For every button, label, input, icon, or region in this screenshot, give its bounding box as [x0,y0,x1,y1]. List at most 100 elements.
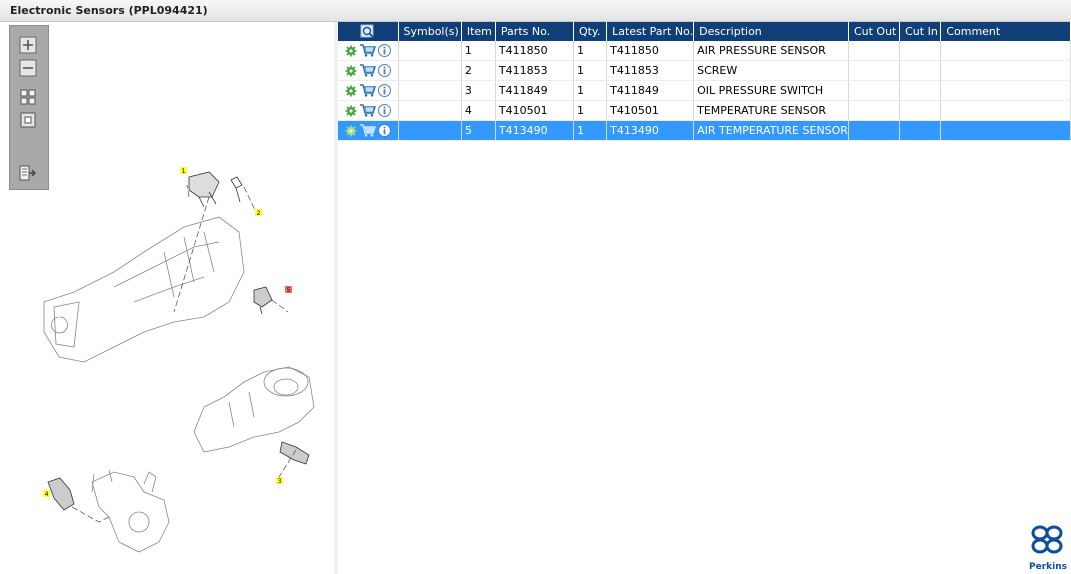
row-comment [940,60,1071,81]
row-symbols [398,120,462,141]
cart-icon[interactable] [359,124,376,137]
row-cut-out [848,41,901,61]
row-item: 2 [461,60,496,81]
row-item: 5 [461,120,496,141]
cart-icon[interactable] [359,84,376,97]
row-parts-no: T410501 [495,100,574,121]
row-symbols [398,60,462,81]
cart-icon[interactable] [359,104,376,117]
zoom-in-icon[interactable] [19,36,37,54]
row-symbols [398,100,462,121]
row-latest-part-no: T413490 [606,120,695,141]
callout-3[interactable]: 3 [278,478,282,485]
table-row[interactable]: 2 T411853 1 T411853 SCREW [338,60,1071,81]
row-parts-no: T411849 [495,80,574,101]
header-tools[interactable] [338,22,399,41]
zoom-out-icon[interactable] [19,59,37,77]
header-cut-in[interactable]: Cut In [899,22,942,41]
row-cut-out [848,80,901,101]
export-icon[interactable] [19,164,37,182]
gear-icon[interactable] [345,65,357,77]
fit-all-icon[interactable] [19,88,37,106]
row-latest-part-no: T411850 [606,41,695,61]
row-description: SCREW [693,60,849,81]
cart-icon[interactable] [359,44,376,57]
gear-icon[interactable] [345,85,357,97]
table-row[interactable]: 1 T411850 1 T411850 AIR PRESSURE SENSOR [338,41,1071,61]
row-symbols [398,80,462,101]
gear-icon[interactable] [345,105,357,117]
row-cut-in [899,120,942,141]
header-comment[interactable]: Comment [940,22,1071,41]
row-symbols [398,41,462,61]
row-description: TEMPERATURE SENSOR [693,100,849,121]
info-icon[interactable] [378,64,391,77]
row-qty: 1 [573,100,608,121]
window-titlebar: Electronic Sensors (PPL094421) [0,0,1071,22]
callout-5[interactable]: 5 [287,287,291,294]
row-qty: 1 [573,80,608,101]
view-toolbar [9,25,49,190]
row-actions [338,80,399,101]
row-actions [338,41,399,61]
row-latest-part-no: T411849 [606,80,695,101]
row-actions [338,120,399,141]
table-row[interactable]: 4 T410501 1 T410501 TEMPERATURE SENSOR [338,100,1071,121]
header-parts-no[interactable]: Parts No. [495,22,574,41]
row-qty: 1 [573,60,608,81]
table-row[interactable]: 3 T411849 1 T411849 OIL PRESSURE SWITCH [338,80,1071,101]
info-icon[interactable] [378,124,391,137]
row-actions [338,60,399,81]
row-cut-in [899,41,942,61]
row-qty: 1 [573,41,608,61]
row-cut-out [848,120,901,141]
row-item: 3 [461,80,496,101]
callout-1[interactable]: 1 [182,168,186,175]
info-icon[interactable] [378,84,391,97]
row-latest-part-no: T411853 [606,60,695,81]
brand-name: Perkins [1029,562,1067,572]
header-latest-part-no[interactable]: Latest Part No. [606,22,695,41]
info-icon[interactable] [378,44,391,57]
header-item[interactable]: Item [461,22,496,41]
row-comment [940,120,1071,141]
callout-4[interactable]: 4 [45,491,49,498]
header-description[interactable]: Description [693,22,849,41]
row-description: AIR PRESSURE SENSOR [693,41,849,61]
row-cut-in [899,100,942,121]
exploded-parts-drawing: 1 2 3 4 5 [43,167,315,553]
gear-icon[interactable] [345,125,357,137]
search-icon[interactable] [360,24,376,40]
row-parts-no: T411850 [495,41,574,61]
row-qty: 1 [573,120,608,141]
header-qty[interactable]: Qty. [573,22,608,41]
table-header-row: Symbol(s) Item Parts No. Qty. Latest Par… [338,22,1071,41]
parts-table: Symbol(s) Item Parts No. Qty. Latest Par… [338,22,1071,141]
header-symbols[interactable]: Symbol(s) [398,22,462,41]
row-cut-in [899,80,942,101]
header-cut-out[interactable]: Cut Out [848,22,901,41]
row-latest-part-no: T410501 [606,100,695,121]
row-comment [940,100,1071,121]
row-parts-no: T413490 [495,120,574,141]
row-cut-out [848,60,901,81]
row-cut-out [848,100,901,121]
window-title: Electronic Sensors (PPL094421) [10,4,208,17]
row-comment [940,80,1071,101]
row-description: AIR TEMPERATURE SENSOR [693,120,849,141]
row-comment [940,41,1071,61]
gear-icon[interactable] [345,45,357,57]
callout-2[interactable]: 2 [257,210,261,217]
cart-icon[interactable] [359,64,376,77]
row-parts-no: T411853 [495,60,574,81]
table-row[interactable]: 5 T413490 1 T413490 AIR TEMPERATURE SENSOR [338,120,1071,141]
parts-list-pane: Symbol(s) Item Parts No. Qty. Latest Par… [338,22,1071,574]
info-icon[interactable] [378,104,391,117]
row-actions [338,100,399,121]
row-item: 4 [461,100,496,121]
actual-size-icon[interactable] [19,111,37,129]
row-item: 1 [461,41,496,61]
illustration-pane[interactable]: 1 2 3 4 5 [4,22,335,574]
row-cut-in [899,60,942,81]
row-description: OIL PRESSURE SWITCH [693,80,849,101]
